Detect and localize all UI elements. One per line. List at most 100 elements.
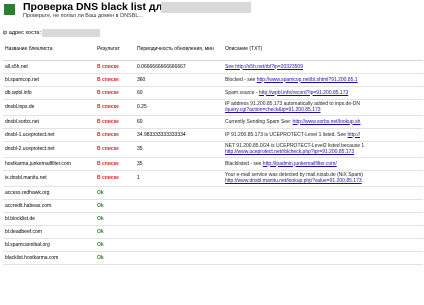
status-badge: Ok: [95, 199, 135, 213]
column-header-name: Название блеклиста: [3, 39, 95, 61]
blacklist-name: ix.dnsbl.manitu.net: [3, 170, 95, 187]
table-row: accredit.habeas.com Ok: [3, 199, 423, 213]
description-link[interactable]: http://www.sorbs.net/lookup.sh: [293, 119, 361, 125]
status-badge: В списке: [95, 60, 135, 74]
update-period: 35: [135, 141, 223, 158]
blacklist-name: dnsbl-1.uceprotect.net: [3, 128, 95, 142]
table-row: bl.spamcannibal.org Ok: [3, 238, 423, 252]
column-header-description: Описание (TXT): [223, 39, 423, 61]
table-row: dnsbl.sorbs.net В списке 60 Currently Sendi…: [3, 115, 423, 129]
blacklist-name: bl.spamcannibal.org: [3, 238, 95, 252]
table-row: access.redhawk.org Ok: [3, 186, 423, 200]
blacklist-name: blacklist.hostkarma.com: [3, 251, 95, 265]
description-cell: Blocked - see http://www.spamcop.net/bl.…: [223, 73, 423, 87]
description-cell: [223, 251, 423, 265]
status-badge: Ok: [95, 225, 135, 239]
status-badge: В списке: [95, 73, 135, 87]
description-cell: [223, 225, 423, 239]
status-badge: Ok: [95, 186, 135, 200]
description-cell: Your e-mail service was detected by mail…: [223, 170, 423, 187]
blacklist-name: dnsbl.inps.de: [3, 99, 95, 116]
status-badge: В списке: [95, 170, 135, 187]
update-period: 1: [135, 170, 223, 187]
blacklist-results-table: Название блеклиста Результат Периодичнос…: [3, 39, 423, 265]
status-badge: В списке: [95, 141, 135, 158]
blacklist-name: all.s5h.net: [3, 60, 95, 74]
description-cell: See http://s5h.net/rbl?ip=20323509: [223, 60, 423, 74]
status-badge: В списке: [95, 128, 135, 142]
page-subtitle: Проверьте, не попал ли Ваш домен в DNSBL…: [23, 13, 144, 19]
site-logo-icon: [4, 4, 15, 15]
page-title: Проверка DNS black list для: [23, 1, 169, 13]
status-badge: В списке: [95, 86, 135, 100]
description-link[interactable]: /query.cgi?action=check&ip=91.200.85.173: [225, 107, 421, 113]
update-period: 34.983333333333334: [135, 128, 223, 142]
description-link[interactable]: http://: [347, 132, 360, 138]
blacklist-name: bl.spamcop.net: [3, 73, 95, 87]
update-period: [135, 199, 223, 213]
table-row: hostkarma.junkemailfilter.com В списке 35 B…: [3, 157, 423, 171]
blacklist-name: accredit.habeas.com: [3, 199, 95, 213]
description-link[interactable]: http://ipadmin.junkemailfilter.com/: [263, 161, 337, 167]
update-period: 360: [135, 73, 223, 87]
table-row: dnsbl-2.uceprotect.net В списке 35 NET 91.2…: [3, 141, 423, 158]
table-header-row: Название блеклиста Результат Периодичнос…: [3, 39, 423, 61]
column-header-result: Результат: [95, 39, 135, 61]
update-period: [135, 186, 223, 200]
table-row: db.wpbl.info В списке 60 Spam source - http…: [3, 86, 423, 100]
description-cell: NET 91.200.85.0/24 is UCEPROTECT-Level2 …: [223, 141, 423, 158]
description-cell: IP 91.200.85.173 is UCEPROTECT-Level 1 l…: [223, 128, 423, 142]
table-row: dnsbl.inps.de В списке 0.25 IP address 91.2…: [3, 99, 423, 116]
redacted-domain: [161, 2, 251, 13]
update-period: 35: [135, 157, 223, 171]
update-period: 0.0666666666666667: [135, 60, 223, 74]
status-badge: В списке: [95, 115, 135, 129]
update-period: [135, 251, 223, 265]
description-link[interactable]: http://www.spamcop.net/bl.shtml?91.200.8…: [257, 77, 358, 83]
blacklist-name: bl.blocklist.de: [3, 212, 95, 226]
description-text: IP 91.200.85.173 is UCEPROTECT-Level 1 l…: [225, 131, 348, 138]
description-cell: IP address 91.200.85.173 automatically a…: [223, 99, 423, 116]
column-header-period: Периодичность обновления, мин: [135, 39, 223, 61]
description-cell: [223, 199, 423, 213]
table-row: blacklist.hostkarma.com Ok: [3, 251, 423, 265]
update-period: 60: [135, 86, 223, 100]
description-cell: [223, 238, 423, 252]
blacklist-name: dnsbl.sorbs.net: [3, 115, 95, 129]
status-badge: В списке: [95, 157, 135, 171]
description-cell: Currently Sending Spam See: http://www.s…: [223, 115, 423, 129]
description-cell: Blacklisted - see http://ipadmin.junkema…: [223, 157, 423, 171]
table-row: all.s5h.net В списке 0.0666666666666667 See…: [3, 60, 423, 74]
table-row: bl.deadbeef.com Ok: [3, 225, 423, 239]
table-row: ix.dnsbl.manitu.net В списке 1 Your e-mail …: [3, 170, 423, 187]
results-table-body: all.s5h.net В списке 0.0666666666666667 See…: [3, 60, 423, 265]
description-link[interactable]: See http://s5h.net/rbl?ip=20323509: [225, 64, 303, 70]
blacklist-name: dnsbl-2.uceprotect.net: [3, 141, 95, 158]
update-period: [135, 238, 223, 252]
description-text: Spam source -: [225, 89, 259, 96]
status-badge: В списке: [95, 99, 135, 116]
description-link[interactable]: http://www.uceprotect.net/rblcheck.php?i…: [225, 149, 421, 155]
description-link[interactable]: http://wpbl.info/record?ip=91.200.85.173: [259, 90, 348, 96]
blacklist-name: bl.deadbeef.com: [3, 225, 95, 239]
description-cell: [223, 186, 423, 200]
status-badge: Ok: [95, 238, 135, 252]
table-row: bl.spamcop.net В списке 360 Blocked - see h…: [3, 73, 423, 87]
blacklist-name: db.wpbl.info: [3, 86, 95, 100]
table-row: dnsbl-1.uceprotect.net В списке 34.9833333…: [3, 128, 423, 142]
status-badge: Ok: [95, 251, 135, 265]
blacklist-name: access.redhawk.org: [3, 186, 95, 200]
description-text: Blacklisted - see: [225, 160, 263, 167]
status-badge: Ok: [95, 212, 135, 226]
description-cell: [223, 212, 423, 226]
description-text: Blocked - see: [225, 76, 257, 83]
description-cell: Spam source - http://wpbl.info/record?ip…: [223, 86, 423, 100]
blacklist-name: hostkarma.junkemailfilter.com: [3, 157, 95, 171]
table-row: bl.blocklist.de Ok: [3, 212, 423, 226]
description-link[interactable]: http://www.dnsbl.manitu.net/lookup.php?v…: [225, 178, 421, 184]
update-period: 60: [135, 115, 223, 129]
update-period: [135, 212, 223, 226]
description-text: Currently Sending Spam See:: [225, 118, 293, 125]
redacted-ip-address: [42, 29, 100, 37]
update-period: 0.25: [135, 99, 223, 116]
